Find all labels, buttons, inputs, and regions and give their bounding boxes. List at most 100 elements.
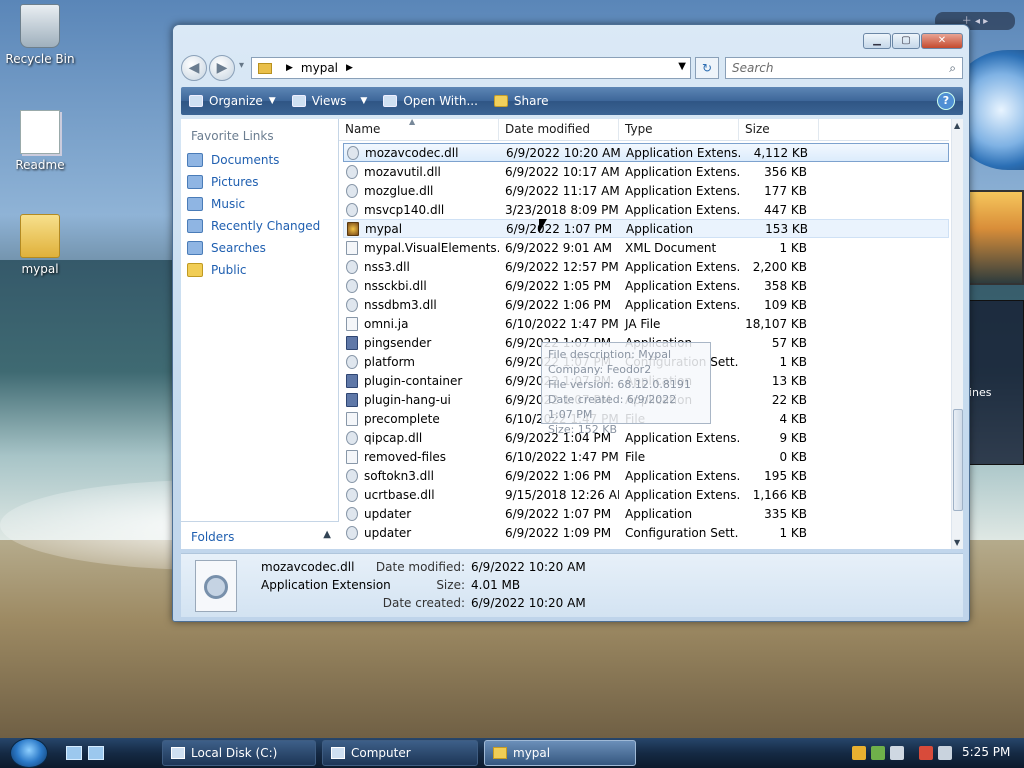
address-dropdown-icon[interactable]: ▼ — [678, 61, 686, 72]
mypal-app-icon — [347, 221, 359, 236]
vertical-scrollbar[interactable]: ▲ ▼ — [951, 119, 963, 549]
minimize-button[interactable]: ▁ — [863, 33, 891, 49]
app-icon — [346, 373, 358, 388]
start-button[interactable] — [10, 738, 48, 768]
file-name: platform — [364, 354, 415, 369]
views-label: Views — [311, 94, 347, 108]
file-row[interactable]: updater 6/9/2022 1:09 PM Configuration Set… — [343, 523, 949, 542]
taskbar-button-computer[interactable]: Computer — [322, 740, 478, 766]
file-size: 358 KB — [764, 278, 807, 293]
nav-link-music[interactable]: Music — [181, 193, 338, 215]
search-icon[interactable]: ⌕ — [949, 58, 956, 78]
forward-button[interactable]: ▶ — [209, 55, 235, 81]
folders-toggle[interactable]: Folders ▲ — [181, 521, 339, 549]
file-row[interactable]: msvcp140.dll 3/23/2018 8:09 PM Application… — [343, 200, 949, 219]
file-row[interactable]: nssckbi.dll 6/9/2022 1:05 PM Application E… — [343, 276, 949, 295]
file-row[interactable]: nssdbm3.dll 6/9/2022 1:06 PM Application E… — [343, 295, 949, 314]
file-type: Configuration Sett... — [625, 525, 739, 540]
file-type: Application Extens... — [625, 202, 739, 217]
file-row[interactable]: removed-files 6/10/2022 1:47 PM File 0 KB — [343, 447, 949, 466]
scroll-up-icon[interactable]: ▲ — [954, 121, 960, 130]
views-button[interactable]: Views ▼ — [291, 94, 367, 108]
network-icon[interactable] — [919, 746, 933, 760]
file-row[interactable]: mypal 6/9/2022 1:07 PM Application 153 KB — [343, 219, 949, 238]
close-button[interactable]: ✕ — [921, 33, 963, 49]
breadcrumb-mypal[interactable]: mypal — [301, 61, 338, 75]
taskbar-button-local-disk[interactable]: Local Disk (C:) — [162, 740, 316, 766]
taskbar-button-mypal[interactable]: mypal — [484, 740, 636, 766]
address-bar[interactable]: ▶ mypal ▶ ▼ — [251, 57, 691, 79]
security-shield-icon[interactable] — [852, 746, 866, 760]
scroll-down-icon[interactable]: ▼ — [954, 538, 960, 547]
organize-button[interactable]: Organize ▼ — [189, 94, 276, 108]
file-date-modified: 6/9/2022 9:01 AM — [505, 240, 613, 255]
file-type: Application Extens... — [625, 164, 739, 179]
nav-link-public[interactable]: Public — [181, 259, 338, 281]
file-row[interactable]: omni.ja 6/10/2022 1:47 PM JA File 18,107 KB — [343, 314, 949, 333]
tooltip-line: File version: 68.12.0.8191 — [548, 378, 691, 391]
system-clock[interactable]: 5:25 PM — [962, 745, 1010, 759]
file-name-cell: qipcap.dll — [343, 430, 499, 445]
file-date-modified: 9/15/2018 12:26 AM — [505, 487, 619, 502]
desktop-icon-readme[interactable]: Readme — [0, 110, 80, 172]
file-row[interactable]: ucrtbase.dll 9/15/2018 12:26 AM Applicatio… — [343, 485, 949, 504]
taskbar: Local Disk (C:) Computer mypal 5:25 PM — [0, 738, 1024, 768]
file-row[interactable]: nss3.dll 6/9/2022 12:57 PM Application Ext… — [343, 257, 949, 276]
switch-windows-icon[interactable] — [88, 746, 104, 760]
feed-headlines-gadget[interactable]: ines — [962, 300, 1024, 465]
search-input[interactable]: Search ⌕ — [725, 57, 963, 79]
column-header-date-modified[interactable]: Date modified — [499, 119, 619, 141]
nav-link-documents[interactable]: Documents — [181, 149, 338, 171]
file-row[interactable]: mozavcodec.dll 6/9/2022 10:20 AM Applicati… — [343, 143, 949, 162]
file-row[interactable]: mozavutil.dll 6/9/2022 10:17 AM Applicatio… — [343, 162, 949, 181]
volume-muted-icon[interactable] — [938, 746, 952, 760]
breadcrumb-chevron-icon[interactable]: ▶ — [346, 63, 353, 73]
file-size: 2,200 KB — [752, 259, 807, 274]
column-headers: ▲ Name Date modified Type Size — [339, 119, 949, 141]
file-date-modified: 6/9/2022 1:06 PM — [505, 468, 612, 483]
app-icon — [346, 392, 358, 407]
column-header-name[interactable]: ▲ Name — [339, 119, 499, 141]
show-desktop-icon[interactable] — [66, 746, 82, 760]
nav-link-pictures[interactable]: Pictures — [181, 171, 338, 193]
dll-large-icon — [195, 560, 237, 612]
file-name: removed-files — [364, 449, 447, 464]
file-size: 1 KB — [779, 354, 807, 369]
file-row[interactable]: softokn3.dll 6/9/2022 1:06 PM Application … — [343, 466, 949, 485]
safely-remove-icon[interactable] — [890, 746, 904, 760]
file-row[interactable]: mypal.VisualElements... 6/9/2022 9:01 AM X… — [343, 238, 949, 257]
drive-icon — [171, 747, 185, 759]
scrollbar-thumb[interactable] — [953, 409, 963, 511]
share-button[interactable]: Share — [493, 94, 549, 108]
nav-link-recently-changed[interactable]: Recently Changed — [181, 215, 338, 237]
recent-pages-chevron-icon[interactable]: ▾ — [239, 60, 251, 71]
maximize-button[interactable]: ▢ — [892, 33, 920, 49]
help-button[interactable]: ? — [937, 92, 955, 110]
file-row[interactable]: updater 6/9/2022 1:07 PM Application 335 KB — [343, 504, 949, 523]
share-icon — [493, 95, 508, 107]
file-name-cell: softokn3.dll — [343, 468, 499, 483]
file-icon — [346, 316, 358, 331]
file-name: updater — [364, 525, 412, 540]
dll-icon — [346, 487, 358, 502]
file-size: 4,112 KB — [753, 145, 808, 160]
column-header-size[interactable]: Size — [739, 119, 819, 141]
breadcrumb-chevron-icon[interactable]: ▶ — [286, 63, 293, 73]
nav-link-label: Documents — [211, 153, 280, 167]
file-name-cell: mypal.VisualElements... — [343, 240, 499, 255]
desktop-icon-recycle-bin[interactable]: Recycle Bin — [0, 4, 80, 66]
nav-link-searches[interactable]: Searches — [181, 237, 338, 259]
back-button[interactable]: ◀ — [181, 55, 207, 81]
file-size: 1 KB — [779, 240, 807, 255]
open-with-button[interactable]: Open With... — [383, 94, 478, 108]
slideshow-gadget[interactable] — [968, 190, 1024, 285]
file-name-cell: plugin-container — [343, 373, 499, 388]
details-size: 4.01 MB — [471, 578, 521, 592]
update-icon[interactable] — [871, 746, 885, 760]
file-type: Application — [626, 221, 694, 236]
desktop-icon-mypal[interactable]: mypal — [0, 214, 80, 276]
refresh-button[interactable]: ↻ — [695, 57, 719, 79]
column-header-type[interactable]: Type — [619, 119, 739, 141]
command-bar: Organize ▼ Views ▼ Open With... Share ? — [181, 87, 963, 115]
file-row[interactable]: mozglue.dll 6/9/2022 11:17 AM Application … — [343, 181, 949, 200]
